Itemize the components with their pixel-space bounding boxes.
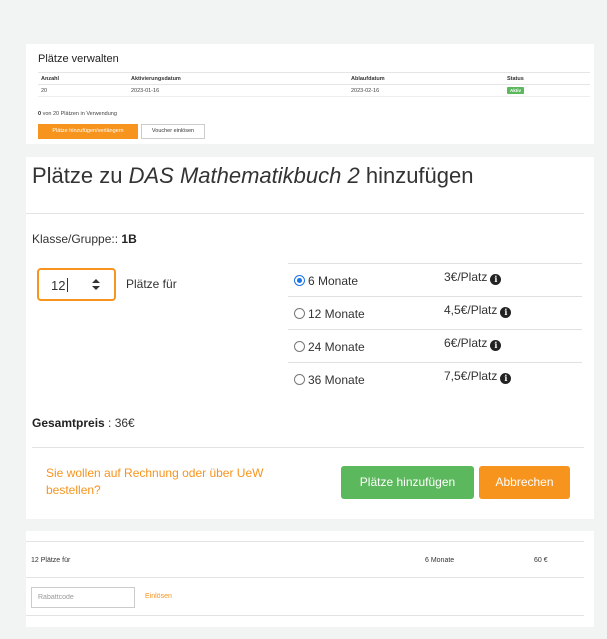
cancel-button[interactable]: Abbrechen [479, 466, 570, 499]
seats-table-header: Anzahl Aktivierungsdatum Ablaufdatum Sta… [38, 72, 590, 85]
number-spinner-icon[interactable] [92, 279, 100, 291]
seat-usage-text: 0 von 20 Plätzen in Verwendung [38, 111, 117, 117]
info-circle-icon[interactable]: i [490, 340, 502, 351]
summary-duration: 6 Monate [425, 557, 455, 564]
option-label: 36 Monate [308, 373, 365, 387]
col-expiry-header: Ablaufdatum [348, 72, 504, 85]
row-count: 20 [38, 84, 128, 97]
divider [26, 213, 584, 214]
coupon-code-input[interactable] [31, 587, 135, 608]
text-cursor [67, 278, 68, 292]
quantity-stepper[interactable]: 12 [37, 268, 116, 301]
option-price: 4,5€/Platz i [444, 303, 512, 318]
duration-option-36[interactable]: 36 Monate 7,5€/Platz i [288, 362, 582, 395]
divider [26, 541, 584, 542]
divider [32, 447, 584, 448]
quantity-value: 12 [51, 278, 66, 293]
duration-option-12[interactable]: 12 Monate 4,5€/Platz i [288, 296, 582, 329]
summary-description: 12 Plätze für [31, 557, 71, 564]
option-price: 3€/Platz i [444, 270, 502, 285]
invoice-order-link[interactable]: Sie wollen auf Rechnung oder über UeW be… [46, 465, 306, 499]
col-status-header: Status [504, 72, 590, 85]
option-label: 6 Monate [308, 274, 359, 288]
manage-seats-panel: Plätze verwalten Anzahl Aktivierungsdatu… [26, 44, 594, 144]
class-group-value: 1B [121, 232, 137, 246]
order-summary-panel: 12 Plätze für 6 Monate 60 € Einlösen [26, 531, 594, 627]
total-price: Gesamtpreis : 36€ [32, 416, 135, 430]
radio-12-months[interactable] [294, 308, 305, 319]
info-circle-icon[interactable]: i [500, 307, 512, 318]
duration-option-6[interactable]: 6 Monate 3€/Platz i [288, 263, 582, 296]
option-label: 12 Monate [308, 307, 365, 321]
divider [26, 615, 584, 616]
places-for-label: Plätze für [126, 277, 177, 291]
redeem-coupon-link[interactable]: Einlösen [145, 593, 172, 600]
status-badge: Aktiv [507, 87, 525, 94]
col-count-header: Anzahl [38, 72, 128, 85]
radio-36-months[interactable] [294, 374, 305, 385]
info-circle-icon[interactable]: i [490, 274, 502, 285]
radio-6-months[interactable] [294, 275, 305, 286]
row-expiry: 2023-02-16 [348, 84, 504, 97]
radio-24-months[interactable] [294, 341, 305, 352]
total-price-value: : 36€ [104, 416, 135, 430]
add-seats-button[interactable]: Plätze hinzufügen [341, 466, 474, 499]
info-circle-icon[interactable]: i [500, 373, 512, 384]
table-row: 20 2023-01-16 2023-02-16 Aktiv [38, 84, 590, 97]
option-label: 24 Monate [308, 340, 365, 354]
add-seats-panel: Plätze zu DAS Mathematikbuch 2 hinzufüge… [26, 157, 594, 519]
seats-table: Anzahl Aktivierungsdatum Ablaufdatum Sta… [38, 72, 590, 97]
book-title: DAS Mathematikbuch 2 [128, 163, 360, 188]
col-activation-header: Aktivierungsdatum [128, 72, 348, 85]
option-price: 7,5€/Platz i [444, 369, 512, 384]
row-activation: 2023-01-16 [128, 84, 348, 97]
manage-seats-title: Plätze verwalten [38, 53, 119, 65]
option-price: 6€/Platz i [444, 336, 502, 351]
divider [26, 577, 584, 578]
summary-price: 60 € [534, 557, 548, 564]
class-group-line: Klasse/Gruppe:: 1B [32, 232, 137, 246]
page-title: Plätze zu DAS Mathematikbuch 2 hinzufüge… [32, 163, 474, 188]
duration-option-24[interactable]: 24 Monate 6€/Platz i [288, 329, 582, 362]
redeem-voucher-button[interactable]: Voucher einlösen [141, 124, 205, 139]
add-extend-seats-button[interactable]: Plätze hinzufügen/verlängern [38, 124, 138, 139]
